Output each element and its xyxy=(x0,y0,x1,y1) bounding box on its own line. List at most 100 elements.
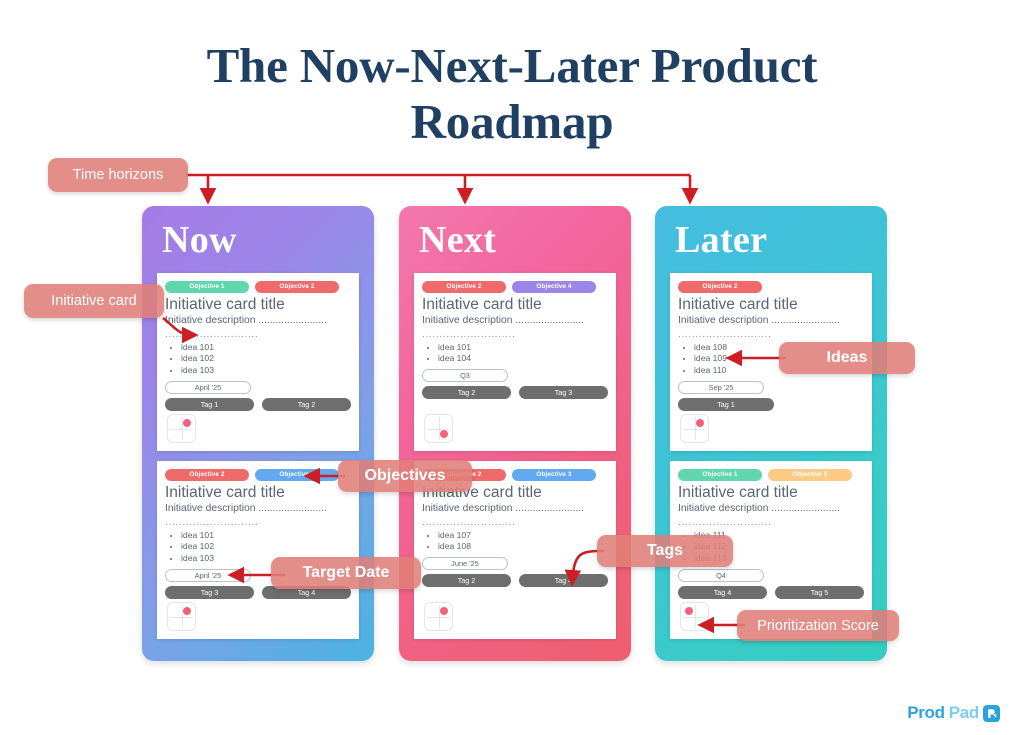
tag-chip[interactable]: Tag 2 xyxy=(422,386,511,399)
idea-item[interactable]: idea 108 xyxy=(438,541,608,553)
arrow-time-horizons xyxy=(186,173,699,205)
ideas-list: idea 101idea 104 xyxy=(422,342,608,365)
ideas-list: idea 107idea 108 xyxy=(422,530,608,553)
initiative-card-description-line2: ........................... xyxy=(422,516,516,528)
prioritization-score-icon[interactable] xyxy=(167,602,196,631)
callout-tags[interactable]: Tags xyxy=(597,535,733,567)
prioritization-score-icon[interactable] xyxy=(167,414,196,443)
objective-badge[interactable]: Objective 1 xyxy=(165,281,249,293)
initiative-card-description-line2: ........................... xyxy=(165,328,259,340)
roadmap-column-now: Now Objective 1 Objective 2 Initiative card… xyxy=(142,206,374,661)
initiative-card[interactable]: Objective 2 Objective 4 Initiative card ti… xyxy=(414,273,616,451)
tag-chip[interactable]: Tag 1 xyxy=(165,397,254,411)
target-date-chip[interactable]: Q4 xyxy=(678,568,764,582)
page-title-line2: Roadmap xyxy=(410,93,614,149)
objective-badge[interactable]: Objective 2 xyxy=(422,281,506,293)
prio-grid-hline xyxy=(427,428,450,430)
idea-item[interactable]: idea 102 xyxy=(181,541,351,553)
callout-ideas[interactable]: Ideas xyxy=(779,342,915,374)
initiative-card-description: Initiative description .................… xyxy=(422,502,584,514)
prioritization-score-icon[interactable] xyxy=(424,414,453,443)
idea-item[interactable]: idea 101 xyxy=(181,342,351,354)
initiative-card-description: Initiative description .................… xyxy=(678,502,840,514)
initiative-card-title: Initiative card title xyxy=(165,484,285,501)
callout-initiative-card[interactable]: Initiative card xyxy=(24,284,164,318)
prodpad-mark-icon xyxy=(983,704,1000,722)
objective-badge[interactable]: Objective 5 xyxy=(768,469,852,481)
prio-grid-hline xyxy=(170,616,193,618)
initiative-card-description: Initiative description .................… xyxy=(678,314,840,326)
prioritization-score-icon[interactable] xyxy=(424,602,453,631)
initiative-card-description-line2: ........................... xyxy=(678,516,772,528)
prio-score-dot xyxy=(183,419,191,427)
objective-row: Objective 1 Objective 2 xyxy=(165,281,351,293)
callout-objectives[interactable]: Objectives xyxy=(338,460,472,492)
target-date-chip[interactable]: Sep '25 xyxy=(678,380,764,394)
prio-grid-hline xyxy=(427,616,450,618)
prio-grid-hline xyxy=(683,428,706,430)
target-date-chip[interactable]: April '25 xyxy=(165,568,251,582)
initiative-card[interactable]: Objective 2 Objective 3 Initiative card ti… xyxy=(157,461,359,639)
callout-prioritization-score[interactable]: Prioritization Score xyxy=(737,610,899,641)
target-date-chip[interactable]: June '25 xyxy=(422,557,508,570)
idea-item[interactable]: idea 101 xyxy=(181,530,351,542)
target-date-chip[interactable]: April '25 xyxy=(165,380,251,394)
tag-chip[interactable]: Tag 5 xyxy=(775,585,864,599)
ideas-list: idea 101idea 102idea 103 xyxy=(165,342,351,377)
column-title-now: Now xyxy=(162,219,237,261)
roadmap-diagram: The Now-Next-Later Product Roadmap Now Ob… xyxy=(0,0,1024,735)
roadmap-column-later: Later Objective 2 Initiative card title Ini… xyxy=(655,206,887,661)
objective-row: Objective 2 xyxy=(678,281,864,293)
prio-grid-hline xyxy=(170,428,193,430)
idea-item[interactable]: idea 101 xyxy=(438,342,608,354)
prio-score-dot xyxy=(440,430,448,438)
initiative-card-description: Initiative description .................… xyxy=(165,314,327,326)
objective-row: Objective 1 Objective 5 xyxy=(678,469,864,481)
callout-target-date[interactable]: Target Date xyxy=(271,557,421,589)
initiative-card-description-line2: ........................... xyxy=(678,328,772,340)
tag-row: Tag 2 Tag 4 xyxy=(422,574,608,587)
column-title-later: Later xyxy=(675,219,768,261)
objective-badge[interactable]: Objective 3 xyxy=(255,469,339,481)
logo-text-prod: Prod xyxy=(907,703,945,722)
idea-item[interactable]: idea 103 xyxy=(181,365,351,377)
initiative-card-title: Initiative card title xyxy=(678,484,798,501)
tag-row: Tag 2 Tag 3 xyxy=(422,386,608,399)
objective-row: Objective 2 Objective 3 xyxy=(165,469,351,481)
callout-time-horizons[interactable]: Time horizons xyxy=(48,158,188,192)
target-date-chip[interactable]: Q3 xyxy=(422,369,508,382)
prioritization-score-icon[interactable] xyxy=(680,414,709,443)
initiative-card-description-line2: ........................... xyxy=(422,328,516,340)
prodpad-logo[interactable]: Prod Pad xyxy=(907,703,1000,723)
tag-chip[interactable]: Tag 4 xyxy=(678,585,767,599)
column-title-next: Next xyxy=(419,219,497,261)
logo-text-pad: Pad xyxy=(948,703,980,722)
prioritization-score-icon[interactable] xyxy=(680,602,709,631)
objective-badge[interactable]: Objective 3 xyxy=(512,469,596,481)
initiative-card-title: Initiative card title xyxy=(165,296,285,313)
objective-badge[interactable]: Objective 2 xyxy=(678,281,762,293)
tag-chip[interactable]: Tag 2 xyxy=(422,574,511,587)
initiative-card[interactable]: Objective 1 Objective 2 Initiative card ti… xyxy=(157,273,359,451)
objective-badge[interactable]: Objective 2 xyxy=(165,469,249,481)
objective-badge[interactable]: Objective 2 xyxy=(255,281,339,293)
prio-score-dot xyxy=(440,607,448,615)
prio-score-dot xyxy=(685,607,693,615)
tag-chip[interactable]: Tag 4 xyxy=(519,574,608,587)
initiative-card-title: Initiative card title xyxy=(678,296,798,313)
tag-chip[interactable]: Tag 3 xyxy=(519,386,608,399)
idea-item[interactable]: idea 107 xyxy=(438,530,608,542)
idea-item[interactable]: idea 102 xyxy=(181,353,351,365)
tag-chip[interactable]: Tag 3 xyxy=(165,585,254,599)
prio-score-dot xyxy=(183,607,191,615)
page-title: The Now-Next-Later Product Roadmap xyxy=(0,38,1024,150)
tag-row: Tag 1 xyxy=(678,397,864,411)
tag-chip[interactable]: Tag 1 xyxy=(678,397,774,411)
idea-item[interactable]: idea 104 xyxy=(438,353,608,365)
objective-row: Objective 2 Objective 4 xyxy=(422,281,608,293)
tag-row: Tag 4 Tag 5 xyxy=(678,585,864,599)
objective-badge[interactable]: Objective 4 xyxy=(512,281,596,293)
initiative-card-description-line2: ........................... xyxy=(165,516,259,528)
tag-chip[interactable]: Tag 2 xyxy=(262,397,351,411)
objective-badge[interactable]: Objective 1 xyxy=(678,469,762,481)
